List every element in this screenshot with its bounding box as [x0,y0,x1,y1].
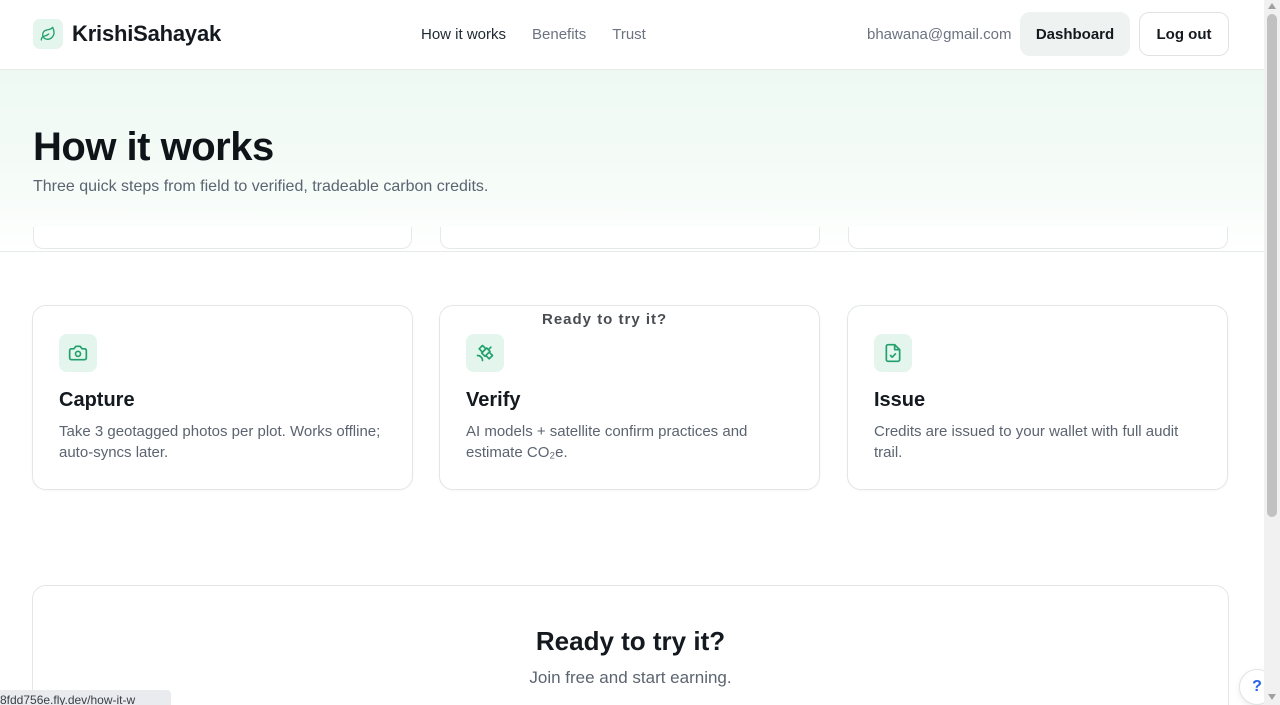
brand-name: KrishiSahayak [72,21,222,46]
hero-section: How it works Three quick steps from fiel… [0,70,1264,252]
brand-logo[interactable]: KrishiSahayak [33,19,221,49]
user-email: bhawana@gmail.com [867,26,1012,43]
step-title: Capture [59,389,135,411]
camera-icon [59,334,97,372]
page-title: How it works [33,125,274,169]
site-header: KrishiSahayak How it works Benefits Trus… [0,0,1264,70]
step-title: Verify [466,389,521,411]
cta-title: Ready to try it? [535,626,726,656]
status-bar-url: 8fdd756e.fly.dev/how-it-w [0,690,171,705]
ghost-card-edge [848,227,1228,249]
main-nav: How it works Benefits Trust [421,26,646,43]
ghost-card-edge [33,227,412,249]
satellite-icon [466,334,504,372]
logout-button[interactable]: Log out [1139,12,1229,56]
step-description: Take 3 geotagged photos per plot. Works … [59,423,381,461]
cta-section: Ready to try it? Join free and start ear… [32,585,1229,705]
ghost-card-edge [440,227,820,249]
scroll-down-arrow-icon[interactable] [1268,694,1276,700]
dashboard-button[interactable]: Dashboard [1020,12,1130,56]
nav-trust[interactable]: Trust [612,26,646,43]
file-check-icon [874,334,912,372]
step-card-capture: Capture Take 3 geotagged photos per plot… [32,305,413,490]
cta-subtitle: Join free and start earning. [529,668,732,687]
step-card-issue: Issue Credits are issued to your wallet … [847,305,1228,490]
leaf-icon [33,19,63,49]
step-description: AI models + satellite confirm practices … [466,423,748,461]
nav-benefits[interactable]: Benefits [532,26,586,43]
step-title: Issue [874,389,926,411]
step-card-verify: Verify AI models + satellite confirm pra… [439,305,820,490]
scroll-up-arrow-icon[interactable] [1268,3,1276,9]
step-description: Credits are issued to your wallet with f… [874,423,1179,461]
page-subtitle: Three quick steps from field to verified… [33,178,489,195]
ghost-cta-title: Ready to try it? [542,311,668,328]
nav-how-it-works[interactable]: How it works [421,26,506,43]
scrollbar-thumb[interactable] [1267,14,1277,517]
vertical-scrollbar[interactable] [1264,0,1280,705]
